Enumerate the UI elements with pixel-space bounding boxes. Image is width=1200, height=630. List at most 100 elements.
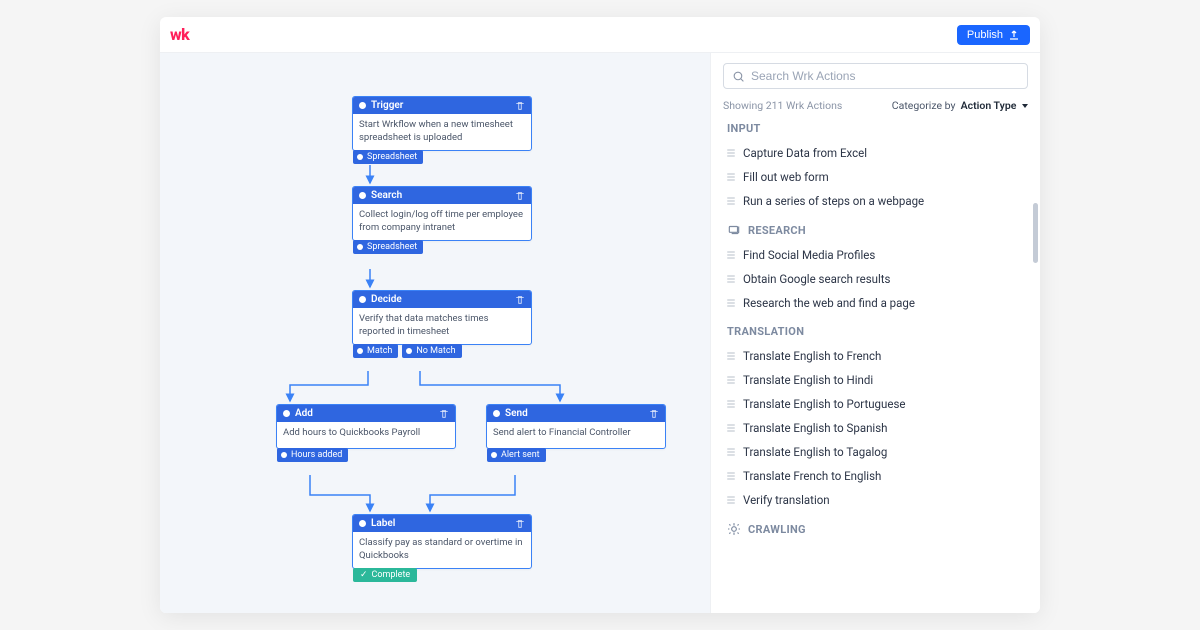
action-label: Capture Data from Excel bbox=[743, 146, 867, 160]
drag-handle-icon bbox=[727, 448, 735, 456]
drag-handle-icon bbox=[727, 299, 735, 307]
category-header: INPUT bbox=[727, 122, 1028, 135]
output-pill-nomatch[interactable]: No Match bbox=[402, 344, 461, 358]
drag-handle-icon bbox=[727, 352, 735, 360]
action-item[interactable]: Obtain Google search results bbox=[723, 267, 1028, 291]
node-header: Send bbox=[487, 405, 665, 422]
action-item[interactable]: Translate English to Hindi bbox=[723, 368, 1028, 392]
node-title: Label bbox=[371, 518, 395, 529]
node-header: Decide bbox=[353, 291, 531, 308]
action-label: Translate English to Portuguese bbox=[743, 397, 906, 411]
topbar: wk Publish bbox=[160, 17, 1040, 53]
node-title: Trigger bbox=[371, 100, 403, 111]
node-send[interactable]: Send Send alert to Financial Controller … bbox=[486, 404, 666, 449]
drag-handle-icon bbox=[727, 149, 735, 157]
app-window: wk Publish bbox=[160, 17, 1040, 613]
action-item[interactable]: Fill out web form bbox=[723, 165, 1028, 189]
action-label: Research the web and find a page bbox=[743, 296, 915, 310]
actions-sidebar: Showing 211 Wrk Actions Categorize by Ac… bbox=[710, 53, 1040, 613]
node-title: Send bbox=[505, 408, 528, 419]
scrollbar-thumb[interactable] bbox=[1033, 203, 1038, 263]
trash-icon[interactable] bbox=[515, 519, 525, 529]
publish-label: Publish bbox=[967, 29, 1003, 41]
node-search[interactable]: Search Collect login/log off time per em… bbox=[352, 186, 532, 241]
node-dot-icon bbox=[359, 102, 366, 109]
action-item[interactable]: Find Social Media Profiles bbox=[723, 243, 1028, 267]
node-title: Decide bbox=[371, 294, 402, 305]
trash-icon[interactable] bbox=[649, 409, 659, 419]
action-label: Translate English to Hindi bbox=[743, 373, 873, 387]
complete-pill: ✓Complete bbox=[353, 568, 417, 582]
action-item[interactable]: Translate English to Spanish bbox=[723, 416, 1028, 440]
node-title: Add bbox=[295, 408, 313, 419]
node-dot-icon bbox=[359, 520, 366, 527]
search-icon bbox=[732, 70, 745, 83]
search-input[interactable] bbox=[751, 69, 1019, 83]
node-body: Classify pay as standard or overtime in … bbox=[353, 532, 531, 568]
node-trigger[interactable]: Trigger Start Wrkflow when a new timeshe… bbox=[352, 96, 532, 151]
trash-icon[interactable] bbox=[515, 101, 525, 111]
action-label: Translate English to Tagalog bbox=[743, 445, 887, 459]
node-body: Verify that data matches times reported … bbox=[353, 308, 531, 344]
drag-handle-icon bbox=[727, 400, 735, 408]
action-item[interactable]: Translate French to English bbox=[723, 464, 1028, 488]
output-pill[interactable]: Spreadsheet bbox=[353, 240, 423, 254]
category-header: CRAWLING bbox=[727, 522, 1028, 536]
chevron-down-icon bbox=[1022, 104, 1028, 108]
output-pill[interactable]: Alert sent bbox=[487, 448, 546, 462]
node-header: Trigger bbox=[353, 97, 531, 114]
drag-handle-icon bbox=[727, 173, 735, 181]
action-label: Verify translation bbox=[743, 493, 830, 507]
drag-handle-icon bbox=[727, 496, 735, 504]
drag-handle-icon bbox=[727, 472, 735, 480]
node-dot-icon bbox=[283, 410, 290, 417]
action-label: Run a series of steps on a webpage bbox=[743, 194, 924, 208]
trash-icon[interactable] bbox=[515, 191, 525, 201]
workflow-canvas[interactable]: Trigger Start Wrkflow when a new timeshe… bbox=[160, 53, 710, 613]
logo: wk bbox=[170, 25, 189, 44]
trash-icon[interactable] bbox=[515, 295, 525, 305]
node-dot-icon bbox=[359, 192, 366, 199]
node-title: Search bbox=[371, 190, 402, 201]
publish-button[interactable]: Publish bbox=[957, 25, 1030, 45]
action-item[interactable]: Research the web and find a page bbox=[723, 291, 1028, 315]
action-label: Translate English to Spanish bbox=[743, 421, 888, 435]
node-body: Start Wrkflow when a new timesheet sprea… bbox=[353, 114, 531, 150]
node-add[interactable]: Add Add hours to Quickbooks Payroll Hour… bbox=[276, 404, 456, 449]
action-item[interactable]: Verify translation bbox=[723, 488, 1028, 512]
action-label: Fill out web form bbox=[743, 170, 829, 184]
trash-icon[interactable] bbox=[439, 409, 449, 419]
action-item[interactable]: Run a series of steps on a webpage bbox=[723, 189, 1028, 213]
drag-handle-icon bbox=[727, 197, 735, 205]
node-dot-icon bbox=[359, 296, 366, 303]
node-header: Add bbox=[277, 405, 455, 422]
drag-handle-icon bbox=[727, 376, 735, 384]
category-header: RESEARCH bbox=[727, 223, 1028, 237]
node-body: Send alert to Financial Controller bbox=[487, 422, 665, 448]
action-item[interactable]: Capture Data from Excel bbox=[723, 141, 1028, 165]
action-item[interactable]: Translate English to Portuguese bbox=[723, 392, 1028, 416]
search-box[interactable] bbox=[723, 63, 1028, 89]
check-icon: ✓ bbox=[360, 570, 368, 580]
categorize-dropdown[interactable]: Categorize by Action Type bbox=[892, 99, 1028, 112]
node-label[interactable]: Label Classify pay as standard or overti… bbox=[352, 514, 532, 569]
results-count: Showing 211 Wrk Actions bbox=[723, 99, 842, 112]
node-header: Search bbox=[353, 187, 531, 204]
action-label: Find Social Media Profiles bbox=[743, 248, 875, 262]
output-pill-match[interactable]: Match bbox=[353, 344, 398, 358]
main-area: Trigger Start Wrkflow when a new timeshe… bbox=[160, 53, 1040, 613]
meta-row: Showing 211 Wrk Actions Categorize by Ac… bbox=[723, 99, 1028, 112]
upload-icon bbox=[1008, 29, 1020, 41]
node-header: Label bbox=[353, 515, 531, 532]
output-pill[interactable]: Hours added bbox=[277, 448, 348, 462]
category-list: INPUT Capture Data from Excel Fill out web… bbox=[723, 122, 1028, 536]
action-label: Obtain Google search results bbox=[743, 272, 890, 286]
drag-handle-icon bbox=[727, 275, 735, 283]
drag-handle-icon bbox=[727, 424, 735, 432]
output-pill[interactable]: Spreadsheet bbox=[353, 150, 423, 164]
action-item[interactable]: Translate English to French bbox=[723, 344, 1028, 368]
node-decide[interactable]: Decide Verify that data matches times re… bbox=[352, 290, 532, 345]
node-body: Add hours to Quickbooks Payroll bbox=[277, 422, 455, 448]
action-item[interactable]: Translate English to Tagalog bbox=[723, 440, 1028, 464]
action-label: Translate French to English bbox=[743, 469, 881, 483]
